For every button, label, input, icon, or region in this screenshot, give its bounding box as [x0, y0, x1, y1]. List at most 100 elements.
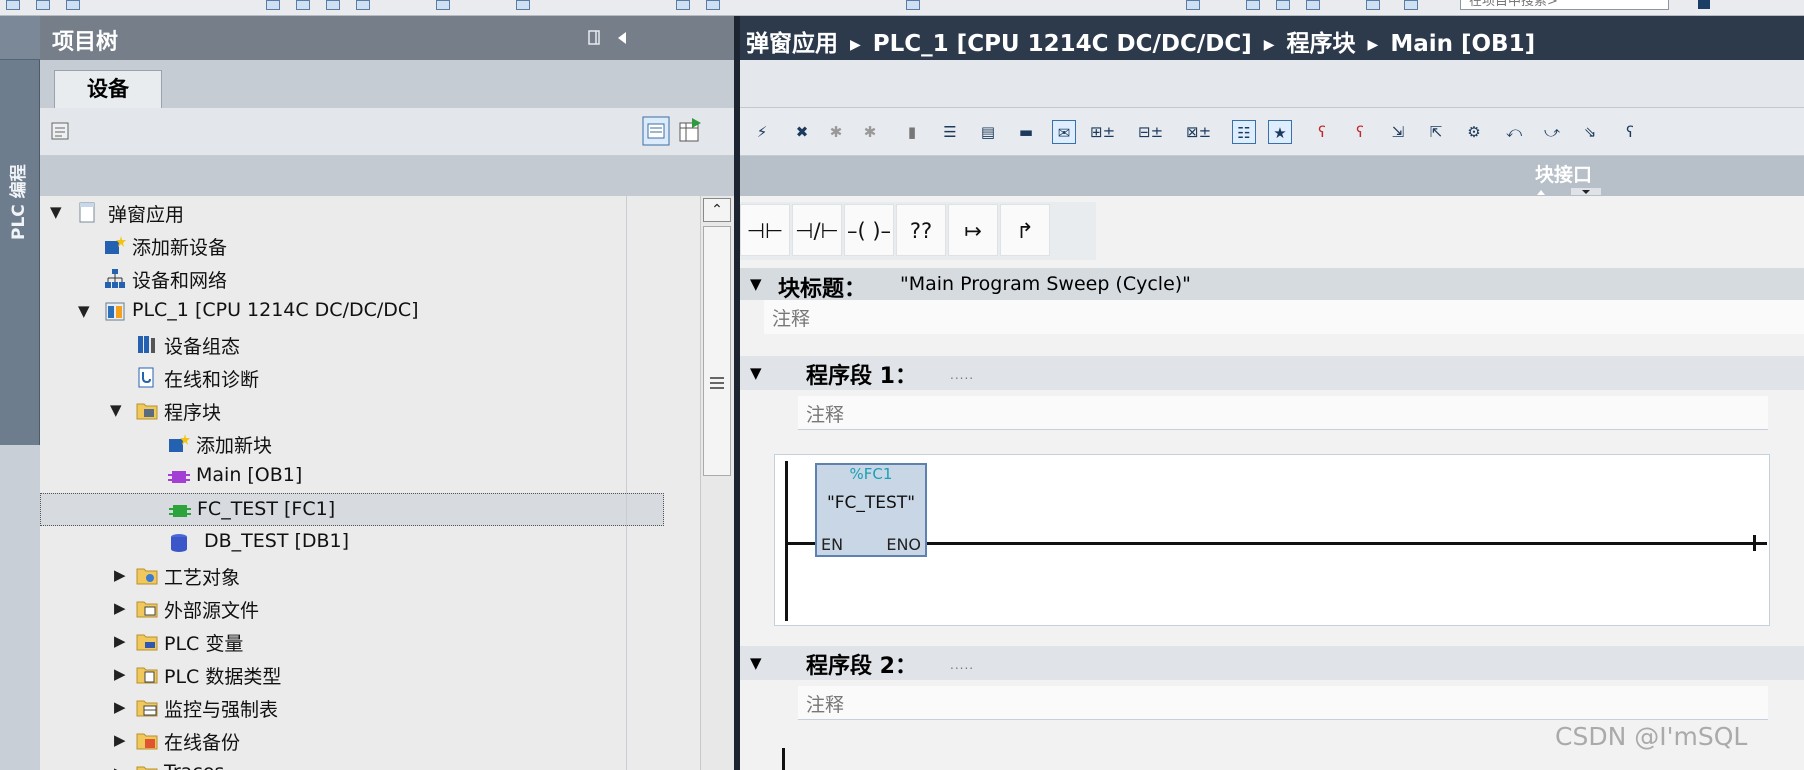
go-offline-icon[interactable]	[1186, 0, 1200, 10]
breadcrumb-item[interactable]: 弹窗应用	[746, 31, 838, 57]
print-icon[interactable]	[266, 0, 280, 10]
nc-contact-button[interactable]: ⊣/⊢	[792, 204, 842, 256]
expand-toggle-icon[interactable]: ▶	[114, 566, 126, 584]
network-comments-icon[interactable]: ✉	[1052, 120, 1076, 144]
absolute-operands-icon[interactable]: ☰	[938, 120, 962, 144]
breadcrumb-item[interactable]: Main [OB1]	[1390, 31, 1535, 57]
monitoring-icon[interactable]: ⇘	[1578, 120, 1602, 144]
tree-item-plc-data-types[interactable]: ▶ PLC 数据类型	[40, 658, 700, 691]
tree-item-online-diagnostics[interactable]: 在线和诊断	[40, 361, 700, 394]
network-2-header[interactable]: ▼ 程序段 2： .....	[740, 646, 1804, 680]
expand-toggle-icon[interactable]: ▶	[114, 698, 126, 716]
compile-icon[interactable]	[676, 0, 690, 10]
tree-item-technology-objects[interactable]: ▶ 工艺对象	[40, 559, 700, 592]
fc-call-box[interactable]: %FC1 "FC_TEST" EN ENO	[815, 463, 927, 557]
tree-item-online-backups[interactable]: ▶ 在线备份	[40, 724, 700, 757]
network-title-placeholder[interactable]: .....	[950, 368, 974, 382]
tree-item-traces[interactable]: ▶ Traces	[40, 757, 700, 770]
network-1-header[interactable]: ▼ 程序段 1： .....	[740, 356, 1804, 390]
tree-item-add-block[interactable]: 添加新块	[40, 427, 700, 460]
accessible-devices-icon[interactable]	[1246, 0, 1260, 10]
tree-item-device-config[interactable]: 设备组态	[40, 328, 700, 361]
pin-icon[interactable]	[587, 30, 601, 46]
expand-toggle-icon[interactable]: ▶	[114, 731, 126, 749]
empty-box-button[interactable]: ??	[896, 204, 946, 256]
vertical-tab-plc-programming[interactable]: PLC 编程	[0, 60, 40, 445]
expand-toggle-icon[interactable]: ▶	[114, 632, 126, 650]
previous-error-icon[interactable]: ⤺	[1502, 120, 1526, 144]
delete-icon[interactable]	[436, 0, 450, 10]
project-search-input[interactable]: 在项目中搜索>	[1460, 0, 1669, 10]
network-1-ladder[interactable]: %FC1 "FC_TEST" EN ENO	[774, 454, 1770, 626]
collapse-arrow-icon[interactable]: ▼	[750, 275, 762, 293]
add-row-icon[interactable]: ✱	[858, 120, 882, 144]
scroll-thumb[interactable]	[703, 226, 731, 476]
goto-icon[interactable]: ⇲	[1386, 120, 1410, 144]
monitor-icon[interactable]: ⇱	[1424, 120, 1448, 144]
tree-item-db-test[interactable]: DB_TEST [DB1]	[40, 526, 700, 559]
collapse-toggle-icon[interactable]: ▼	[78, 302, 90, 320]
save-project-icon[interactable]	[66, 0, 80, 10]
tree-item-project[interactable]: ▼ 弹窗应用	[40, 196, 700, 229]
collapse-left-icon[interactable]	[615, 30, 629, 46]
breadcrumb-item[interactable]: 程序块	[1287, 31, 1356, 57]
cut-icon[interactable]	[296, 0, 310, 10]
collapse-arrow-icon[interactable]: ▼	[750, 654, 762, 672]
block-call-icon[interactable]: ▮	[900, 120, 924, 144]
open-all-networks-icon[interactable]: ⊞±	[1090, 120, 1115, 144]
comments-icon[interactable]: ▬	[1014, 120, 1038, 144]
coil-button[interactable]: –( )–	[844, 204, 894, 256]
collapse-toggle-icon[interactable]: ▼	[50, 203, 62, 221]
more-icon[interactable]: ʕ	[1618, 120, 1642, 144]
next-error-icon[interactable]: ⤻	[1540, 120, 1564, 144]
network-title-placeholder[interactable]: .....	[950, 658, 974, 672]
tab-devices[interactable]: 设备	[54, 70, 162, 108]
undo-icon[interactable]	[516, 0, 530, 10]
show-tag-info-icon[interactable]: ☷	[1232, 120, 1256, 144]
block-interface-bar[interactable]: 块接口	[740, 156, 1804, 196]
download-block-icon[interactable]: ⚙	[1462, 120, 1486, 144]
tree-item-program-blocks[interactable]: ▼ 程序块	[40, 394, 700, 427]
paste-icon[interactable]	[356, 0, 370, 10]
block-title-row[interactable]: ▼ 块标题： "Main Program Sweep (Cycle)"	[740, 268, 1804, 302]
tree-item-external-sources[interactable]: ▶ 外部源文件	[40, 592, 700, 625]
insert-row-icon[interactable]: ✱	[824, 120, 848, 144]
properties-icon[interactable]	[50, 120, 72, 142]
network-tags-icon[interactable]: ⊠±	[1186, 120, 1211, 144]
split-horizontal-icon[interactable]	[1366, 0, 1380, 10]
collapse-toggle-icon[interactable]: ▼	[110, 401, 122, 419]
scroll-up-icon[interactable]: ⌃	[703, 198, 731, 222]
close-branch-button[interactable]: ↱	[1000, 204, 1050, 256]
open-project-icon[interactable]	[36, 0, 50, 10]
delete-network-icon[interactable]: ✖	[790, 120, 814, 144]
tree-item-watch-force-tables[interactable]: ▶ 监控与强制表	[40, 691, 700, 724]
new-project-icon[interactable]	[6, 0, 20, 10]
tree-item-plc-tags[interactable]: ▶ PLC 变量	[40, 625, 700, 658]
interface-splitter-icon[interactable]	[1535, 188, 1635, 196]
expand-toggle-icon[interactable]: ▶	[114, 665, 126, 683]
go-online-icon[interactable]	[906, 0, 920, 10]
no-contact-button[interactable]: ⊣⊢	[740, 204, 790, 256]
network-2-comment-field[interactable]: 注释	[798, 686, 1768, 720]
tree-item-plc[interactable]: ▼ PLC_1 [CPU 1214C DC/DC/DC]	[40, 295, 700, 328]
set-breakpoint-icon[interactable]: ʕ	[1310, 120, 1334, 144]
show-favorites-icon[interactable]: ★	[1268, 120, 1292, 144]
close-all-networks-icon[interactable]: ⊟±	[1138, 120, 1163, 144]
start-cpu-icon[interactable]	[1276, 0, 1290, 10]
expand-toggle-icon[interactable]: ▶	[114, 764, 126, 770]
search-icon[interactable]	[1698, 0, 1710, 9]
favorites-icon[interactable]: ▤	[976, 120, 1000, 144]
network-1-comment-field[interactable]: 注释	[798, 396, 1768, 430]
stop-cpu-icon[interactable]	[1306, 0, 1320, 10]
tree-item-devices-networks[interactable]: 设备和网络	[40, 262, 700, 295]
expand-toggle-icon[interactable]: ▶	[114, 599, 126, 617]
breadcrumb-item[interactable]: PLC_1 [CPU 1214C DC/DC/DC]	[873, 31, 1252, 57]
download-icon[interactable]	[706, 0, 720, 10]
block-title-value[interactable]: "Main Program Sweep (Cycle)"	[900, 273, 1191, 295]
block-comment-field[interactable]: 注释	[764, 300, 1804, 334]
insert-network-icon[interactable]: ⚡	[750, 120, 774, 144]
open-branch-button[interactable]: ↦	[948, 204, 998, 256]
tree-item-add-device[interactable]: 添加新设备	[40, 229, 700, 262]
clear-breakpoint-icon[interactable]: ʕ	[1348, 120, 1372, 144]
copy-icon[interactable]	[326, 0, 340, 10]
